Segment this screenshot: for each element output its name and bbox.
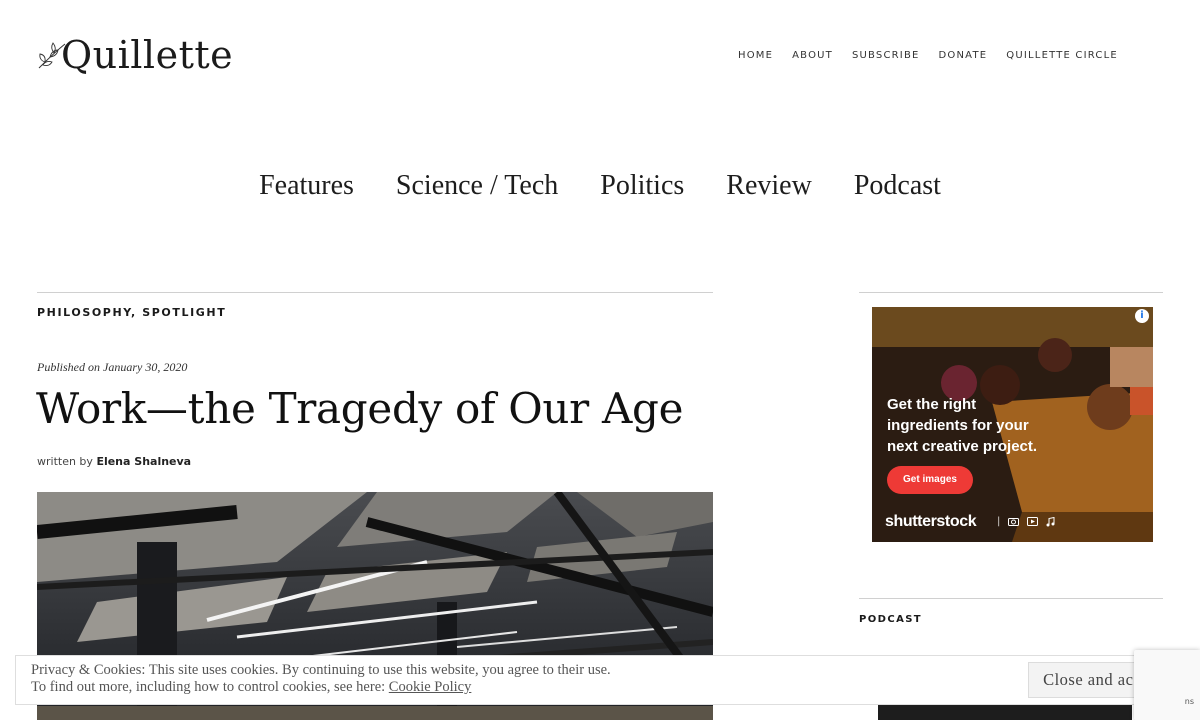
cookie-text-line2: To find out more, including how to contr…	[31, 679, 611, 696]
top-nav-subscribe[interactable]: SUBSCRIBE	[852, 50, 920, 61]
get-images-button[interactable]: Get images	[887, 466, 973, 494]
content-divider	[37, 292, 713, 293]
byline: written by Elena Shalneva	[37, 455, 191, 468]
recaptcha-badge[interactable]: ns	[1134, 650, 1200, 720]
shutterstock-logo: shutterstock	[885, 513, 977, 530]
article-categories: PHILOSOPHY, SPOTLIGHT	[37, 306, 226, 319]
recaptcha-text: ns	[1184, 697, 1194, 706]
author-link[interactable]: Elena Shalneva	[96, 455, 191, 468]
cookie-text-line1: Privacy & Cookies: This site uses cookie…	[31, 662, 611, 678]
category-link-philosophy[interactable]: PHILOSOPHY	[37, 306, 131, 319]
ad-headline: Get the right ingredients for your next …	[887, 396, 1038, 455]
published-date: Published on January 30, 2020	[37, 360, 187, 375]
main-nav-science-tech[interactable]: Science / Tech	[396, 170, 558, 202]
main-nav-politics[interactable]: Politics	[600, 170, 684, 202]
top-nav-home[interactable]: HOME	[738, 50, 773, 61]
top-nav-quillette-circle[interactable]: QUILLETTE CIRCLE	[1006, 50, 1118, 61]
main-nav-features[interactable]: Features	[259, 170, 354, 202]
info-icon[interactable]: i	[1135, 309, 1149, 323]
main-nav: Features Science / Tech Politics Review …	[0, 170, 1200, 202]
site-logo[interactable]: Quillette	[37, 36, 233, 74]
music-note-icon	[1046, 516, 1055, 526]
byline-prefix: written by	[37, 455, 93, 468]
logo-wordmark: Quillette	[61, 33, 234, 77]
sidebar-podcast-divider	[859, 598, 1163, 599]
sidebar-divider	[859, 292, 1163, 293]
published-prefix: Published on	[37, 360, 100, 374]
camera-icon	[1008, 518, 1020, 526]
cookie-banner: Privacy & Cookies: This site uses cookie…	[15, 655, 1185, 705]
ad-media-icons: |	[997, 516, 1055, 527]
published-date-value: January 30, 2020	[103, 360, 188, 374]
category-separator: ,	[131, 306, 143, 319]
article-title: Work—the Tragedy of Our Age	[36, 384, 684, 433]
sidebar-podcast-heading: PODCAST	[859, 614, 923, 625]
main-nav-podcast[interactable]: Podcast	[854, 170, 941, 202]
video-icon	[1027, 517, 1039, 526]
top-nav-about[interactable]: ABOUT	[792, 50, 833, 61]
top-nav: HOME ABOUT SUBSCRIBE DONATE QUILLETTE CI…	[738, 50, 1118, 61]
category-link-spotlight[interactable]: SPOTLIGHT	[142, 306, 226, 319]
main-nav-review[interactable]: Review	[726, 170, 812, 202]
cookie-policy-link[interactable]: Cookie Policy	[389, 679, 472, 695]
top-nav-donate[interactable]: DONATE	[939, 50, 988, 61]
cookie-text-line2-prefix: To find out more, including how to contr…	[31, 679, 386, 695]
shutterstock-ad[interactable]: i Get the right ingredients for your nex…	[872, 307, 1153, 542]
cookie-banner-text: Privacy & Cookies: This site uses cookie…	[31, 662, 611, 696]
